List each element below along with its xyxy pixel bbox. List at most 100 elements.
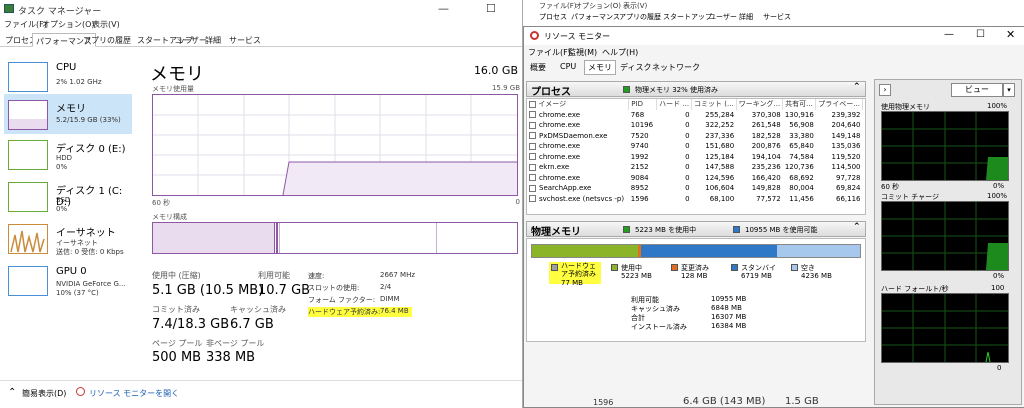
- table-row[interactable]: svchost.exe (netsvcs -p) 1596 0 68,100 77,57…: [527, 194, 863, 205]
- table-cell: 114,500: [831, 163, 861, 172]
- tab-disk[interactable]: ディスク: [618, 61, 653, 74]
- checkbox[interactable]: [529, 153, 536, 161]
- chevron-down-icon[interactable]: ▾: [1003, 83, 1015, 97]
- maximize-icon[interactable]: ☐: [486, 2, 496, 15]
- stat-value-nonpaged-pool: 338 MB: [206, 350, 256, 365]
- physical-memory-header[interactable]: 物理メモリ 5223 MB を使用中 10955 MB を使用可能 ⌃: [526, 221, 866, 238]
- legend-value: 6719 MB: [741, 272, 772, 280]
- menu-options[interactable]: オプション(O): [42, 19, 95, 30]
- checkbox[interactable]: [529, 132, 536, 140]
- column-header[interactable]: ワーキング...: [736, 99, 784, 110]
- table-row[interactable]: chrome.exe 768 0 255,284 370,308 130,916 239,3…: [527, 110, 863, 121]
- fewer-details-link[interactable]: 簡易表示(D): [22, 388, 66, 399]
- sidebar-sub: 10% (37 °C): [56, 289, 99, 297]
- open-resource-monitor-link[interactable]: リソース モニターを開く: [89, 388, 179, 399]
- checkbox[interactable]: [529, 163, 536, 171]
- resource-monitor-icon: [76, 387, 85, 396]
- column-header[interactable]: ハード ...: [656, 99, 693, 110]
- table-row[interactable]: chrome.exe 9084 0 124,596 166,420 68,692 97,72…: [527, 173, 863, 184]
- minimize-icon[interactable]: —: [438, 2, 449, 15]
- checkbox[interactable]: [529, 100, 536, 108]
- column-header[interactable]: イメージ: [527, 99, 630, 110]
- sidebar-item-disk0[interactable]: ディスク 0 (E:) HDD 0%: [4, 134, 132, 174]
- processes-header[interactable]: プロセス 物理メモリ 32% 使用済み ⌃: [526, 81, 866, 98]
- menu-help[interactable]: ヘルプ(H): [602, 47, 638, 58]
- view-button[interactable]: ビュー: [951, 83, 1003, 97]
- table-cell: 10196: [630, 121, 654, 130]
- close-icon[interactable]: ✕: [1006, 28, 1015, 41]
- tab-details[interactable]: 詳細: [202, 33, 224, 47]
- column-header[interactable]: コミット (...: [691, 99, 737, 110]
- summary-value: 16307 MB: [711, 313, 747, 321]
- table-cell: 182,528: [751, 131, 781, 140]
- table-row[interactable]: ekrn.exe 2152 0 147,588 235,236 120,736 114,50…: [527, 162, 863, 173]
- process-name-cell: chrome.exe: [527, 152, 629, 163]
- checkbox[interactable]: [529, 142, 536, 150]
- memory-usage-graph: [152, 94, 518, 196]
- minimize-icon[interactable]: —: [944, 29, 954, 40]
- chevron-up-icon[interactable]: ⌃: [853, 222, 861, 232]
- table-row[interactable]: PxDMSDaemon.exe 7520 0 237,336 182,528 33,380…: [527, 131, 863, 142]
- sidebar-item-ethernet[interactable]: イーサネット イーサネット 送信: 0 受信: 0 Kbps: [4, 218, 132, 258]
- tab-memory[interactable]: メモリ: [584, 60, 616, 75]
- gpu-thumbnail: [8, 266, 48, 296]
- table-cell: 120,736: [784, 163, 814, 172]
- sidebar-sub: 5.2/15.9 GB (33%): [56, 116, 121, 124]
- tab-app-history[interactable]: アプリの履歴: [619, 12, 661, 22]
- sidebar-item-disk1[interactable]: ディスク 1 (C: D:) SSD 0%: [4, 176, 132, 216]
- column-header[interactable]: プライベー...: [815, 99, 863, 110]
- tab-services[interactable]: サービス: [226, 33, 264, 47]
- sidebar-item-gpu[interactable]: GPU 0 NVIDIA GeForce G... 10% (37 °C): [4, 260, 132, 300]
- table-row[interactable]: chrome.exe 9740 0 151,680 200,876 65,840 135,0…: [527, 141, 863, 152]
- menu-file[interactable]: ファイル(F): [4, 19, 47, 30]
- table-cell: 0: [685, 163, 690, 172]
- sidebar-item-memory[interactable]: メモリ 5.2/15.9 GB (33%): [4, 94, 132, 134]
- process-name-cell: SearchApp.exe: [527, 183, 629, 194]
- checkbox[interactable]: [529, 184, 536, 192]
- menu-options[interactable]: オプション(O): [575, 1, 621, 11]
- table-cell: 0: [685, 131, 690, 140]
- tab-overview[interactable]: 概要: [528, 61, 548, 74]
- menu-view[interactable]: 表示(V): [92, 19, 120, 30]
- tab-startup[interactable]: スタートアップ: [663, 12, 712, 22]
- table-row[interactable]: SearchApp.exe 8952 0 106,604 149,828 80,004 69…: [527, 183, 863, 194]
- stat-label: 非ページ プール: [206, 339, 265, 348]
- table-cell: 0: [685, 184, 690, 193]
- tab-app-history[interactable]: アプリの履歴: [80, 33, 134, 47]
- menu-view[interactable]: 表示(V): [623, 1, 647, 11]
- table-row[interactable]: chrome.exe 10196 0 322,252 261,548 56,908 204,…: [527, 120, 863, 131]
- tab-network[interactable]: ネットワーク: [650, 61, 702, 74]
- summary-value: 6848 MB: [711, 304, 742, 312]
- checkbox[interactable]: [529, 121, 536, 129]
- table-cell: 8952: [630, 184, 649, 193]
- tab-performance[interactable]: パフォーマンス: [571, 12, 620, 22]
- tab-cpu[interactable]: CPU: [558, 61, 578, 72]
- maximize-icon[interactable]: ☐: [976, 29, 985, 40]
- usage-graph-label: メモリ使用量: [152, 85, 194, 93]
- composition-divider: [436, 223, 437, 253]
- chevron-right-icon[interactable]: ›: [879, 84, 891, 96]
- menu-file[interactable]: ファイル(F): [528, 47, 571, 58]
- hard-faults-graph: [881, 293, 1009, 363]
- tab-processes[interactable]: プロセス: [539, 12, 567, 22]
- column-header[interactable]: 共有可...: [782, 99, 817, 110]
- tab-users[interactable]: ユーザー: [709, 12, 737, 22]
- chevron-up-icon[interactable]: ⌃: [8, 387, 16, 398]
- table-cell: 1992: [630, 152, 649, 161]
- kv-label: 速度:: [308, 272, 325, 280]
- checkbox[interactable]: [529, 111, 536, 119]
- checkbox[interactable]: [529, 195, 536, 203]
- menu-file[interactable]: ファイル(F): [539, 1, 577, 11]
- process-name-cell: chrome.exe: [527, 141, 629, 152]
- chevron-up-icon[interactable]: ⌃: [853, 82, 861, 92]
- graph-axis-right: 0%: [993, 272, 1005, 280]
- checkbox[interactable]: [529, 174, 536, 182]
- legend-swatch: [733, 226, 740, 233]
- tab-details[interactable]: 詳細: [739, 12, 753, 22]
- sidebar-item-cpu[interactable]: CPU 2% 1.02 GHz: [4, 56, 132, 96]
- table-cell: 80,004: [789, 184, 814, 193]
- menu-monitor[interactable]: 監視(M): [568, 47, 597, 58]
- table-row[interactable]: chrome.exe 1992 0 125,184 194,104 74,584 119,5…: [527, 152, 863, 163]
- column-header[interactable]: PID: [628, 99, 658, 110]
- tab-services[interactable]: サービス: [763, 12, 791, 22]
